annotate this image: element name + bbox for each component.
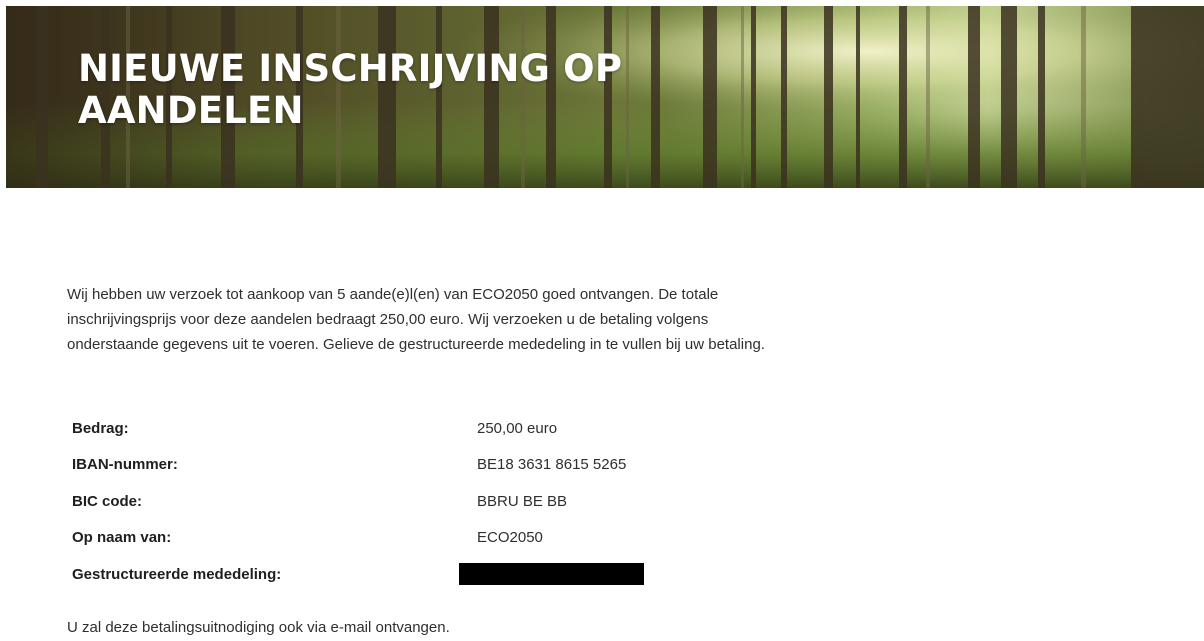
payment-label-amount: Bedrag: — [72, 419, 129, 437]
payment-label-iban: IBAN-nummer: — [72, 456, 178, 474]
email-notice: U zal deze betalingsuitnodiging ook via … — [67, 619, 450, 636]
payment-label-bic: BIC code: — [72, 492, 143, 510]
page-title-line-2: AANDELEN — [78, 89, 304, 132]
page-title: NIEUWE INSCHRIJVING OP AANDELEN — [78, 48, 622, 132]
payment-row-iban: IBAN-nummer: BE18 3631 8615 5265 — [67, 447, 644, 484]
payment-value-bic: BBRU BE BB — [477, 492, 568, 510]
payment-label-beneficiary: Op naam van: — [72, 529, 172, 547]
page: NIEUWE INSCHRIJVING OP AANDELEN Wij hebb… — [0, 0, 1204, 641]
redacted-block — [459, 563, 644, 586]
page-title-line-1: NIEUWE INSCHRIJVING OP — [78, 47, 623, 90]
payment-row-structured-message: Gestructureerde mededeling: — [67, 556, 644, 593]
payment-row-bic: BIC code: BBRU BE BB — [67, 483, 644, 520]
payment-details-table: Bedrag: 250,00 euro IBAN-nummer: BE18 36… — [67, 410, 644, 593]
payment-label-structured-message: Gestructureerde mededeling: — [72, 565, 282, 583]
payment-row-amount: Bedrag: 250,00 euro — [67, 410, 644, 447]
payment-row-beneficiary: Op naam van: ECO2050 — [67, 520, 644, 557]
payment-value-iban: BE18 3631 8615 5265 — [477, 456, 627, 474]
payment-value-beneficiary: ECO2050 — [477, 529, 543, 547]
hero-banner: NIEUWE INSCHRIJVING OP AANDELEN — [6, 6, 1204, 188]
payment-value-amount: 250,00 euro — [477, 419, 558, 437]
payment-value-structured-message — [459, 556, 644, 593]
intro-paragraph: Wij hebben uw verzoek tot aankoop van 5 … — [67, 286, 765, 353]
